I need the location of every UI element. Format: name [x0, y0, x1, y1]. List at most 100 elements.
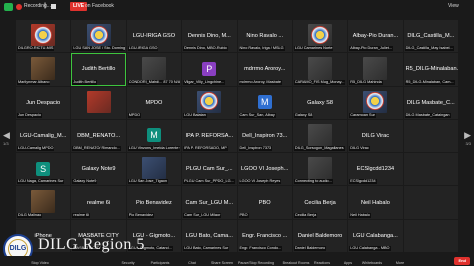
participant-tile[interactable]: LGU San Jose_Tigaon	[126, 153, 182, 186]
participant-tile[interactable]	[403, 119, 458, 153]
participant-tile[interactable]: Engr. Francisco ... Engr. Francisco Condo…	[237, 219, 292, 252]
participant-tile[interactable]: CONDORI_Mahdi... 87 70 N/A	[126, 53, 182, 86]
participant-label: DILG Virac	[349, 146, 370, 152]
participant-tile[interactable]: Galaxy Note9 Galaxy Note9	[71, 153, 126, 186]
participant-tile[interactable]: LGU Balatan	[182, 86, 237, 119]
participant-label: mdrrmo Aroroy, Masbate	[238, 79, 282, 85]
participant-tile[interactable]: Jun Despacio Jun Despacio	[16, 86, 71, 119]
participant-tile[interactable]: realme 6i realme 6i	[71, 186, 126, 219]
participant-video	[141, 57, 166, 80]
participant-tile[interactable]: R5_DILG Mahinda	[348, 53, 403, 86]
participant-tile[interactable]: DILG_Castilla_M... DILG_Castilla_May Isab…	[403, 20, 458, 53]
participant-tile[interactable]: S LGU Naga, Camarines Sur	[16, 153, 71, 186]
participant-tile[interactable]: DILG Masbate_C... DILG Masbate_Cataingan	[403, 86, 458, 119]
participant-name: IPA P. REFORSA...	[185, 132, 234, 139]
participant-name: DILG Virac	[361, 132, 390, 139]
participant-tile[interactable]	[403, 186, 458, 219]
participant-tile[interactable]: Dennis Dino, M... Dennis Dino, MBO-Rubio	[182, 20, 237, 53]
apps-button[interactable]: Apps	[344, 261, 352, 265]
participant-tile[interactable]: M Cam Sur_San, Albay	[237, 86, 292, 119]
avatar: S	[36, 161, 51, 176]
participant-tile[interactable]: Cam Sur_LGU M... Cam Sur_LGU Milaor	[182, 186, 237, 219]
chat-button[interactable]: Chat	[188, 261, 196, 265]
participant-tile[interactable]: LGU Bato, Cama... LGU Bato, Camarines Sur	[182, 219, 237, 252]
participant-tile[interactable]: DILG Virac DILG Virac	[348, 119, 403, 153]
participant-tile[interactable]: LGOO VI Joseph... LGOO VI Joseph Reyes	[237, 153, 292, 186]
participant-label: Marilynmar Albano	[17, 79, 51, 85]
share-screen-button[interactable]: Share Screen	[211, 261, 233, 265]
participant-video	[31, 190, 56, 213]
avatar: P	[202, 61, 217, 76]
previous-page-icon[interactable]: ◀	[3, 130, 10, 141]
participant-tile[interactable]: Nino Ravalo ... Nino Ravalo, Iriga / MSLG	[237, 20, 292, 53]
recording-status: Recording...	[24, 3, 51, 9]
stop-recording-icon[interactable]	[51, 4, 56, 9]
participants-button[interactable]: Participants	[151, 261, 170, 265]
participant-tile[interactable]: ECSlgcdd1234 ECSlgcdd1234	[348, 153, 403, 186]
participant-tile[interactable]: R5_DILG-Minalaban... R5_DILG-Minalaban, C…	[403, 53, 458, 86]
participant-label: Galaxy Note9	[72, 179, 98, 185]
reactions-button[interactable]: Reactions	[314, 261, 330, 265]
participant-tile[interactable]	[403, 219, 458, 252]
participant-tile[interactable]: mdrrmo Aroroy... mdrrmo Aroroy, Masbate	[237, 53, 292, 86]
participant-tile[interactable]: Connecting to audio...	[292, 153, 348, 186]
participant-tile[interactable]: Cecilia Berja Cecilia Berja	[292, 186, 348, 219]
end-meeting-button[interactable]: End	[454, 257, 470, 265]
participant-tile[interactable]: Dell_Inspiron 73... Dell_Inspiron 7373	[237, 119, 292, 153]
participant-label: ECSlgcdd1234	[349, 179, 377, 185]
participant-name: LGU-IRIGA GSO	[132, 33, 176, 40]
participant-name: Dell_Inspiron 73...	[242, 132, 288, 139]
gallery-grid: DILGRO-RICTU-MIS LGU SAN JOSE / Sto. Domi…	[16, 20, 458, 252]
participant-tile[interactable]: LGU-IRIGA GSO LGU-IRIGA GSO	[126, 20, 182, 53]
participant-label: DILG_Sorsogon_Magallanes	[293, 146, 345, 152]
participant-tile[interactable]: Albay-Pio Duran... Albay-Pio Duran_Juliet…	[348, 20, 403, 53]
participant-tile[interactable]: LGU-Camalig_M... LGU-Camalig MPDO	[16, 119, 71, 153]
video-camera-button[interactable]: Stop Video	[31, 261, 49, 265]
participant-tile[interactable]: LGU Camarines Norte	[292, 20, 348, 53]
participant-label: realme 6i	[72, 212, 90, 218]
participant-tile[interactable]: DILG_Sorsogon_Magallanes	[292, 119, 348, 153]
participant-tile[interactable]: Caramoan Sur	[348, 86, 403, 119]
participant-tile[interactable]: MPDO MPDO	[126, 86, 182, 119]
participant-tile[interactable]: DILG Malinao	[16, 186, 71, 219]
participant-tile[interactable]: Daniel Baldemoro Daniel Baldemoro	[292, 219, 348, 252]
participant-name: Engr. Francisco ...	[242, 232, 288, 239]
participant-name: Galaxy S8	[307, 99, 333, 106]
participant-label: LGOO VI Joseph Reyes	[238, 179, 282, 185]
participant-tile[interactable]: Pio Benavidez Pio Benavidez	[126, 186, 182, 219]
participant-video	[308, 57, 333, 80]
next-page-icon[interactable]: ▶	[464, 130, 471, 141]
security-button[interactable]: Security	[122, 261, 135, 265]
participant-tile[interactable]: DILGRO-RICTU-MIS	[16, 20, 71, 53]
breakout-rooms-button[interactable]: Breakout Rooms	[283, 261, 310, 265]
participant-label: R5_DILG-Minalaban, Cam...	[404, 79, 455, 85]
participant-video	[141, 157, 166, 180]
participant-name: Nino Ravalo ...	[246, 33, 284, 40]
whiteboard-button[interactable]: Whiteboards	[362, 261, 382, 265]
pause-recording-icon[interactable]: ||	[44, 3, 46, 9]
participant-tile[interactable]: Galaxy S8 Galaxy S8	[292, 86, 348, 119]
participant-tile[interactable]: PLGU Cam Sur_... PLGU Cam Sur_PPDO_LG...	[182, 153, 237, 186]
participant-tile[interactable]: PBO PBO	[237, 186, 292, 219]
view-button[interactable]: View	[448, 3, 459, 9]
security-shield-icon[interactable]	[4, 3, 13, 11]
participant-tile[interactable]: Neil Habalo Neil Habalo	[348, 186, 403, 219]
participant-tile[interactable]: Judith Bertillo Judith Bertillo	[71, 53, 126, 86]
participant-tile[interactable]	[403, 153, 458, 186]
more-button[interactable]: More	[396, 261, 404, 265]
participant-tile[interactable]: M LGU Vinzons_Imelda Lorente Cu...	[126, 119, 182, 153]
participant-label: CARAMO_FIS Mug_Monay...	[293, 79, 346, 85]
record-button[interactable]: Pause/Stop Recording	[238, 261, 274, 265]
participant-name: DILG_Castilla_M...	[407, 33, 455, 40]
participant-tile[interactable]: LGU SAN JOSE / Sto. Domingo / Caramoan	[71, 20, 126, 53]
participant-tile[interactable]: LGU Calabanga... LGU Calabanga - MBO	[348, 219, 403, 252]
participant-label: Daniel Baldemoro	[293, 245, 327, 251]
participant-tile[interactable]: CARAMO_FIS Mug_Monay...	[292, 53, 348, 86]
participant-tile[interactable]	[71, 86, 126, 119]
participant-tile[interactable]: P Vilgar_Villy_Lingchine...	[182, 53, 237, 86]
participant-tile[interactable]: IPA P. REFORSA... IPA P. REFORSADO, MP	[182, 119, 237, 153]
participant-tile[interactable]: DBM_RENATO... DBM_RENATO/ Rimando...	[71, 119, 126, 153]
participant-tile[interactable]: Marilynmar Albano	[16, 53, 71, 86]
page-indicator-left: 1/3	[3, 141, 9, 146]
participant-label: Jun Despacio	[17, 112, 43, 118]
